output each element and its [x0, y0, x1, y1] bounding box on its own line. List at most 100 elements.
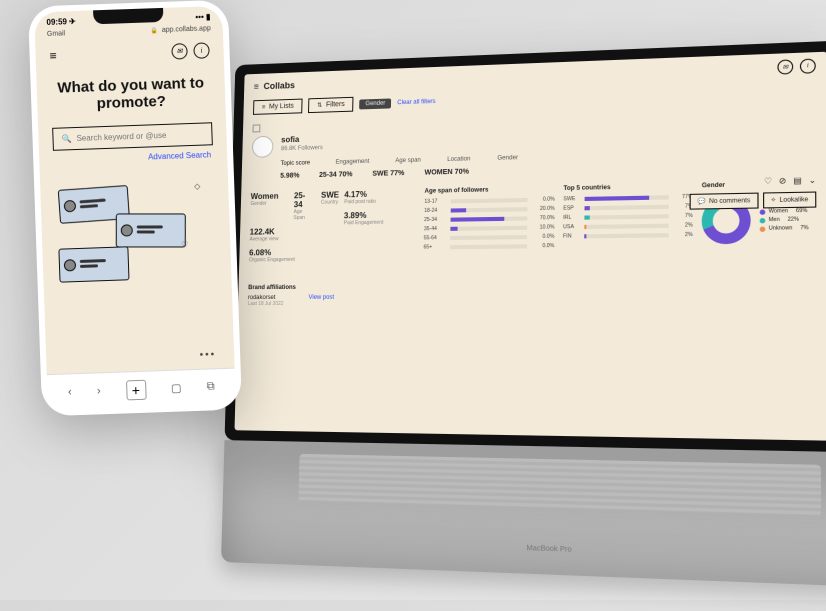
legend-item: Women 69% [760, 208, 809, 215]
info-icon[interactable]: i [193, 42, 210, 59]
paid-column: 4.17%Paid post ratio 3.89%Paid Engagemen… [342, 189, 417, 307]
app-logo[interactable]: ≡ Collabs [254, 80, 295, 91]
summary-column: WomenGender 25-34Age Span SWECountry 122… [248, 190, 337, 307]
tab-gender[interactable]: Gender [497, 155, 518, 162]
lookalike-button[interactable]: ✧ Lookalike [763, 191, 817, 208]
advanced-search-link[interactable]: Advanced Search [39, 145, 228, 180]
no-comments-button[interactable]: 💬 No comments [690, 193, 758, 210]
phone-mockup: 09:59 ✈ ••• ▮ Gmail 🔒 app.collabs.app ≡ … [28, 0, 242, 416]
search-input[interactable] [76, 130, 203, 143]
mail-icon[interactable]: ✉ [777, 59, 793, 74]
cards-illustration: ◇ ♡ [52, 177, 220, 303]
legend-item: Men 22% [760, 216, 809, 223]
illustration-card [116, 213, 186, 247]
status-net: Gmail [47, 30, 66, 38]
profile-name[interactable]: sofia [281, 134, 323, 144]
hide-icon[interactable]: ⊘ [779, 176, 787, 186]
no-comments-label: No comments [709, 198, 750, 205]
age-pct: 0.0% [532, 196, 555, 203]
followers-count: 86.8K Followers [281, 145, 323, 152]
age-label: 35-44 [424, 226, 447, 232]
age-label: 13-17 [424, 198, 447, 204]
menu-icon[interactable]: ≡ [49, 49, 56, 63]
info-icon[interactable]: i [800, 58, 816, 73]
tab-age-span[interactable]: Age span [395, 158, 421, 165]
age-bar-track [450, 244, 527, 249]
url-text: app.collabs.app [162, 25, 211, 34]
age-pct: 70.0% [531, 215, 554, 222]
age-label: 65+ [423, 244, 446, 250]
back-icon[interactable]: ‹ [68, 386, 72, 398]
age-bar [451, 217, 505, 222]
age-row: 65+ 0.0% [423, 243, 554, 251]
legend-label: Women [769, 208, 788, 215]
action-panel: ♡ ⊘ ▤ ⌄ 💬 No comments ✧ Lookalike [690, 175, 817, 209]
illustration-card [58, 246, 129, 282]
app-window: ≡ Collabs ✉ i ≡ My Lists ⇅ Filters Gende… [234, 52, 826, 441]
legend-label: Men [769, 217, 780, 224]
list-icon: ≡ [262, 104, 266, 110]
paid-ratio-label: Paid post ratio [344, 198, 416, 205]
chevron-down-icon[interactable]: ⌄ [809, 175, 817, 185]
stat-engagement: 5.98% [280, 172, 299, 179]
filter-chip-gender[interactable]: Gender [359, 98, 391, 109]
tab-location[interactable]: Location [447, 156, 470, 163]
age-label: 18-24 [424, 208, 447, 214]
tab-topic-score[interactable]: Topic score [280, 160, 310, 167]
country-code: FIN [563, 233, 580, 239]
lookalike-label: Lookalike [780, 196, 809, 203]
legend-value: 69% [796, 208, 807, 215]
country-bar-track [584, 214, 668, 219]
brand-affiliations: Brand affiliations rodakorset Last 18 Ju… [248, 285, 335, 307]
copy-icon[interactable]: ⧉ [207, 380, 215, 393]
stat-age: 25-34 70% [319, 171, 353, 179]
tabs-icon[interactable]: ▢ [171, 381, 182, 394]
legend-dot [760, 217, 766, 222]
age-pct: 10.0% [531, 224, 554, 231]
country-row: FIN 2% [563, 232, 693, 240]
country-bar [584, 225, 586, 229]
heart-icon: ♡ [181, 240, 188, 249]
more-icon[interactable]: ••• [199, 349, 216, 361]
forward-icon[interactable]: › [97, 385, 101, 397]
age-bar [450, 227, 458, 231]
organic-engagement-label: Organic Engagement [249, 257, 335, 264]
my-lists-button[interactable]: ≡ My Lists [253, 99, 303, 115]
filters-label: Filters [326, 101, 345, 109]
country-row: IRL 7% [563, 213, 693, 221]
age-bar-track [451, 216, 528, 221]
country-row: SWE 77% [563, 194, 693, 203]
country-bar-track [584, 224, 668, 229]
legend-label: Unknown [769, 225, 793, 232]
logo-text: Collabs [263, 80, 295, 91]
tab-engagement[interactable]: Engagement [336, 159, 370, 166]
browser-toolbar: ‹ › + ▢ ⧉ [47, 368, 236, 411]
diamond-icon: ◇ [194, 182, 200, 191]
age-label: 25-34 [424, 217, 447, 223]
age-label: 55-64 [424, 235, 447, 241]
legend-dot [760, 209, 766, 214]
heart-icon[interactable]: ♡ [764, 176, 772, 186]
mail-icon[interactable]: ✉ [171, 43, 188, 60]
menu-icon[interactable]: ≡ [254, 82, 259, 92]
clear-filters-link[interactable]: Clear all filters [397, 98, 435, 105]
brand-date: Last 18 Jul 2022 [248, 301, 284, 307]
age-pct: 0.0% [531, 234, 554, 240]
note-icon[interactable]: ▤ [793, 176, 802, 186]
age-chart-title: Age span of followers [424, 186, 555, 195]
summary-gender-label: Gender [250, 201, 278, 207]
my-lists-label: My Lists [269, 103, 294, 111]
country-code: USA [563, 224, 580, 230]
filters-button[interactable]: ⇅ Filters [308, 97, 354, 113]
age-bar-track [450, 226, 527, 231]
laptop-screen: ≡ Collabs ✉ i ≡ My Lists ⇅ Filters Gende… [225, 41, 826, 452]
country-bar-track [585, 195, 669, 201]
country-code: IRL [563, 215, 580, 221]
view-post-link[interactable]: View post [308, 295, 334, 307]
avatar[interactable] [252, 136, 274, 158]
age-row: 18-24 20.0% [424, 206, 555, 214]
countries-chart: Top 5 countries SWE 77%ESP 7%IRL 7%USA 2… [562, 183, 693, 306]
age-pct: 0.0% [531, 243, 554, 249]
country-bar [584, 234, 586, 238]
new-tab-button[interactable]: + [125, 379, 146, 400]
